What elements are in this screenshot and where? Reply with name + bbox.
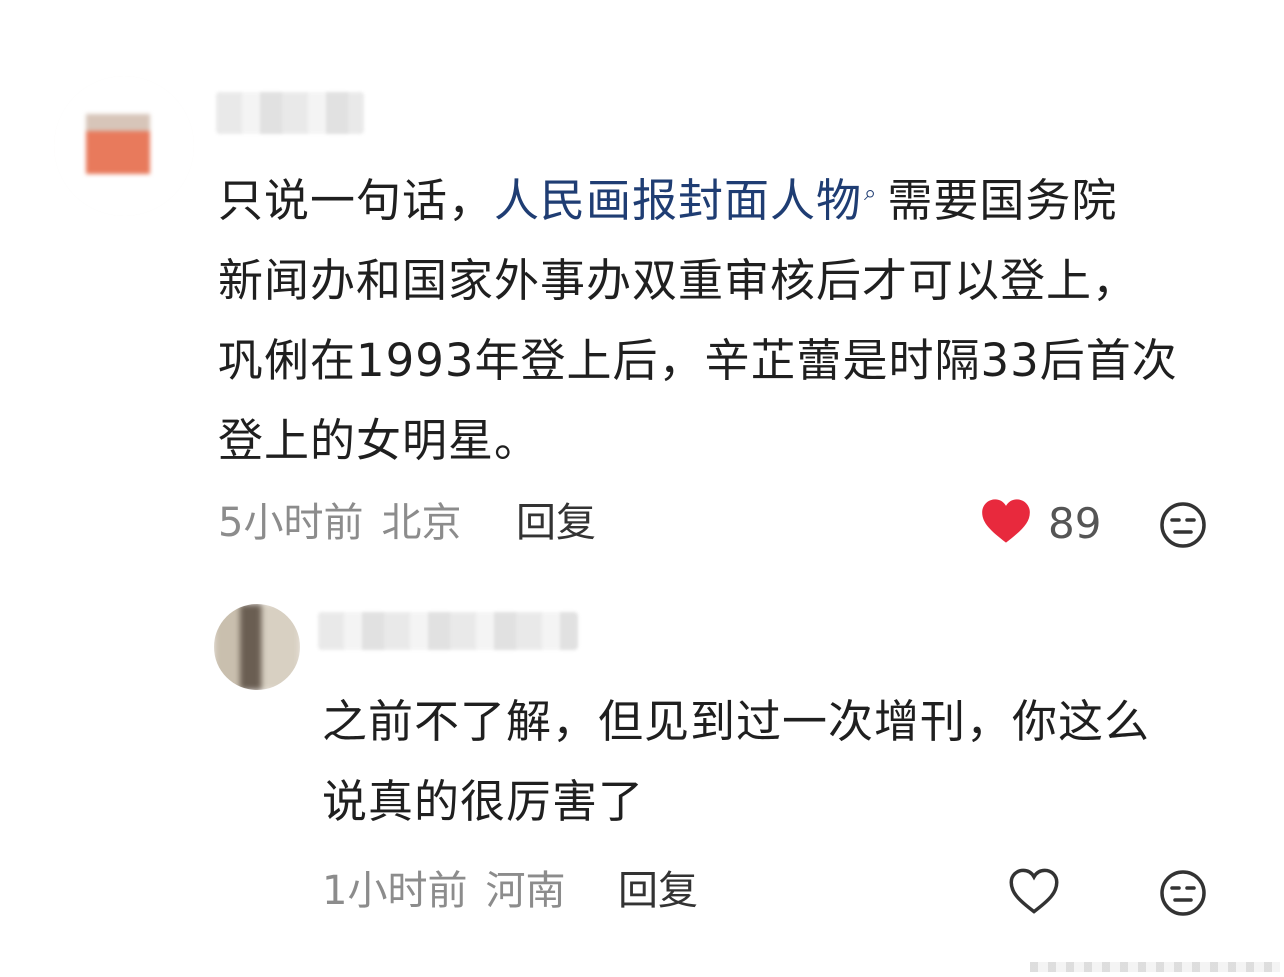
comment-line-1: 之前不了解，但见到过一次增刊，你这么: [322, 695, 1151, 748]
comment-line-2: 说真的很厉害了: [322, 775, 645, 828]
reply-button[interactable]: 回复: [516, 498, 596, 548]
neutral-face-icon[interactable]: [1158, 868, 1208, 922]
watermark-strip: [1030, 962, 1280, 972]
avatar[interactable]: [214, 604, 300, 690]
comment-line-3: 巩俐在1993年登上后，辛芷蕾是时隔33后首次: [218, 334, 1178, 387]
timestamp: 5小时前: [218, 500, 364, 546]
username-blurred[interactable]: [216, 92, 364, 134]
comment-text: 之前不了解，但见到过一次增刊，你这么 说真的很厉害了: [322, 682, 1242, 842]
username-blurred[interactable]: [318, 612, 578, 650]
search-icon[interactable]: ⌕: [864, 154, 877, 234]
location: 北京: [381, 500, 462, 546]
heart-icon[interactable]: [980, 496, 1032, 550]
comment-line-2: 新闻办和国家外事办双重审核后才可以登上，: [218, 254, 1139, 307]
neutral-face-icon[interactable]: [1158, 500, 1208, 554]
reply-button[interactable]: 回复: [618, 866, 698, 916]
like-count: 89: [1048, 498, 1102, 548]
heart-icon[interactable]: [1008, 866, 1060, 920]
comment-line-4: 登上的女明星。: [218, 414, 541, 467]
location: 河南: [485, 868, 566, 914]
comment-text: 只说一句话，人民画报封面人物⌕ 需要国务院 新闻办和国家外事办双重审核后才可以登上…: [218, 154, 1258, 481]
hashtag-link[interactable]: 人民画报封面人物: [494, 174, 862, 227]
like-button[interactable]: 89: [980, 496, 1101, 550]
comment-text-prefix: 只说一句话，: [218, 174, 495, 227]
comment-meta: 1小时前 河南: [322, 866, 565, 916]
timestamp: 1小时前: [322, 868, 468, 914]
comment-meta: 5小时前 北京: [218, 498, 461, 548]
avatar[interactable]: [54, 76, 194, 216]
comment-text-suffix: 需要国务院: [887, 174, 1118, 227]
